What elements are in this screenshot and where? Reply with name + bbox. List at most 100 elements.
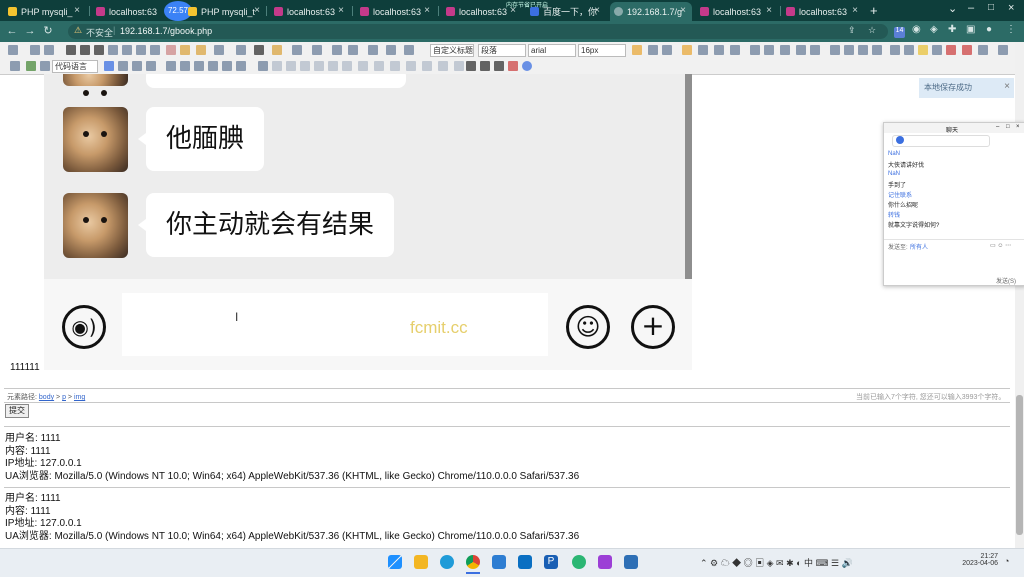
preview-icon[interactable] [480,61,490,71]
mini-textarea[interactable] [888,251,1018,275]
deleterow-icon[interactable] [314,61,324,71]
time-icon[interactable] [194,61,204,71]
italic-icon[interactable] [80,45,90,55]
anchor-icon[interactable] [810,45,820,55]
tab-5[interactable]: localhost:63 × [356,2,436,21]
pasteplain-icon[interactable] [236,45,246,55]
splittocells-icon[interactable] [406,61,416,71]
mergecells-icon[interactable] [358,61,368,71]
maximize-icon[interactable]: □ [1006,124,1010,130]
puzzle-icon[interactable]: ✚ [948,24,956,35]
extension-badge[interactable]: 14 [894,27,905,38]
justifyright-icon[interactable] [714,45,724,55]
imageright-icon[interactable] [858,45,868,55]
back-icon[interactable]: ← [4,22,20,40]
clock[interactable]: 21:27 2023-04-06 [946,553,998,567]
deletecol-icon[interactable] [342,61,352,71]
insertframe-icon[interactable] [26,61,36,71]
scrawl-icon[interactable] [932,45,942,55]
mergeright-icon[interactable] [374,61,384,71]
music-icon[interactable] [962,45,972,55]
minimize-icon[interactable]: – [996,124,999,130]
rowspacingtop-icon[interactable] [368,45,378,55]
app2-icon[interactable] [572,555,586,569]
link-icon[interactable] [780,45,790,55]
insertvideo-icon[interactable] [946,45,956,55]
simpleupload-icon[interactable] [890,45,900,55]
window-close-icon[interactable]: × [1008,2,1014,14]
wordimage-icon[interactable] [236,61,246,71]
tab-10[interactable]: localhost:63 × [782,2,864,21]
mergedown-icon[interactable] [390,61,400,71]
rowspacingbottom-icon[interactable] [386,45,396,55]
close-icon[interactable]: × [424,5,430,16]
scrollbar-thumb[interactable] [1016,395,1023,535]
selectall-icon[interactable] [332,45,342,55]
help-icon[interactable] [522,61,532,71]
imagecenter-icon[interactable] [872,45,882,55]
extension-icon[interactable]: ◉ [912,24,921,35]
mini-send-button[interactable]: 发送(S) [996,276,1016,285]
formatmatch-icon[interactable] [180,45,190,55]
attachment-icon[interactable] [978,45,988,55]
minimize-icon[interactable]: – [968,2,974,14]
pagebreak-icon[interactable] [118,61,128,71]
omnibox[interactable]: ⚠ 不安全 | 192.168.1.7/gbook.php ⇪ ☆ [68,24,888,39]
undo-icon[interactable] [30,45,40,55]
spechars-icon[interactable] [208,61,218,71]
splittocols-icon[interactable] [438,61,448,71]
template-icon[interactable] [132,61,142,71]
path-item[interactable]: p [62,394,66,401]
strikethrough-icon[interactable] [122,45,132,55]
submit-button[interactable]: 提交 [5,404,29,418]
gmap-icon[interactable] [10,61,20,71]
webapp-icon[interactable] [104,61,114,71]
forecolor-icon[interactable] [254,45,264,55]
forward-icon[interactable]: → [22,22,38,40]
windows-start-icon[interactable] [388,555,402,569]
insertunorderedlist-icon[interactable] [312,45,322,55]
edge-icon[interactable] [440,555,454,569]
tab-7[interactable]: 百度一下，你 × [526,2,606,21]
tray-icons[interactable]: ⌃ ⚙ ☁ ◆ ◎ ▣ ◈ ✉ ✱ ◐ 中 ⌨ ☰ 🔊 [700,556,853,569]
cleardoc-icon[interactable] [348,45,358,55]
tab-9[interactable]: localhost:63 × [696,2,778,21]
insertimage-icon[interactable] [904,45,914,55]
sidepanel-icon[interactable]: ▣ [966,24,975,35]
fontborder-icon[interactable] [108,45,118,55]
close-icon[interactable]: × [254,5,260,16]
html-source-icon[interactable] [8,45,18,55]
imagenone-icon[interactable] [830,45,840,55]
app-icon[interactable] [492,555,506,569]
drafts-icon[interactable] [508,61,518,71]
maximize-icon[interactable]: □ [988,2,994,13]
imageleft-icon[interactable] [844,45,854,55]
editor-text[interactable]: 111111 [10,362,40,373]
splittorows-icon[interactable] [422,61,432,71]
insertcol-icon[interactable] [328,61,338,71]
phpstorm-icon[interactable]: P [544,555,558,569]
paragraph-select[interactable]: 段落 [478,44,526,57]
mini-send-target[interactable]: 所有人 [910,242,928,251]
new-tab-button[interactable]: + [870,3,878,18]
share-icon[interactable]: ⇪ [848,25,856,36]
insertrow-icon[interactable] [300,61,310,71]
charts-icon[interactable] [454,61,464,71]
emotion-icon[interactable] [918,45,928,55]
close-icon[interactable]: × [852,5,858,16]
profile-icon[interactable]: ● [986,24,992,35]
file-explorer-icon[interactable] [414,555,428,569]
close-icon[interactable]: × [766,5,772,16]
tab-1[interactable]: PHP mysqli_ × [4,2,86,21]
underline-icon[interactable] [94,45,104,55]
print-icon[interactable] [466,61,476,71]
horizontal-icon[interactable] [166,61,176,71]
notification-center-icon[interactable]: ◔ [1004,556,1009,566]
bold-icon[interactable] [66,45,76,55]
justifyjustify-icon[interactable] [730,45,740,55]
deletetable-icon[interactable] [272,61,282,71]
mini-tools-icon[interactable]: ▭ ☺ ⋯ [990,242,1011,249]
superscript-icon[interactable] [136,45,146,55]
translate-icon[interactable]: ◈ [930,24,938,35]
autotypeset-icon[interactable] [196,45,206,55]
